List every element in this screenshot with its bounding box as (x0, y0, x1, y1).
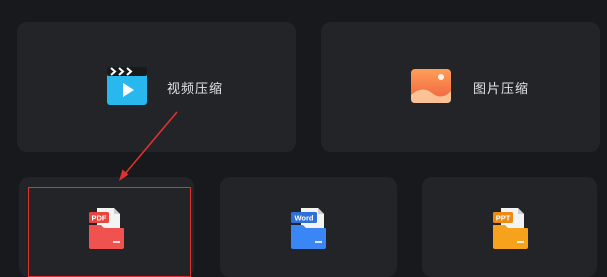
landscape-image-icon (411, 69, 451, 103)
word-compress-card[interactable]: Word (220, 177, 397, 277)
image-compress-card[interactable]: 图片压缩 (321, 22, 600, 152)
image-compress-label: 图片压缩 (473, 82, 530, 97)
svg-text:PPT: PPT (496, 214, 511, 223)
ppt-compress-card[interactable]: PPT (422, 177, 597, 277)
video-compress-card[interactable]: 视频压缩 (17, 22, 296, 152)
video-clapper-icon (107, 67, 147, 105)
video-compress-label: 视频压缩 (167, 82, 224, 97)
ppt-folder-icon: PPT (493, 208, 528, 249)
svg-text:Word: Word (294, 214, 313, 223)
word-folder-icon: Word (291, 208, 326, 249)
